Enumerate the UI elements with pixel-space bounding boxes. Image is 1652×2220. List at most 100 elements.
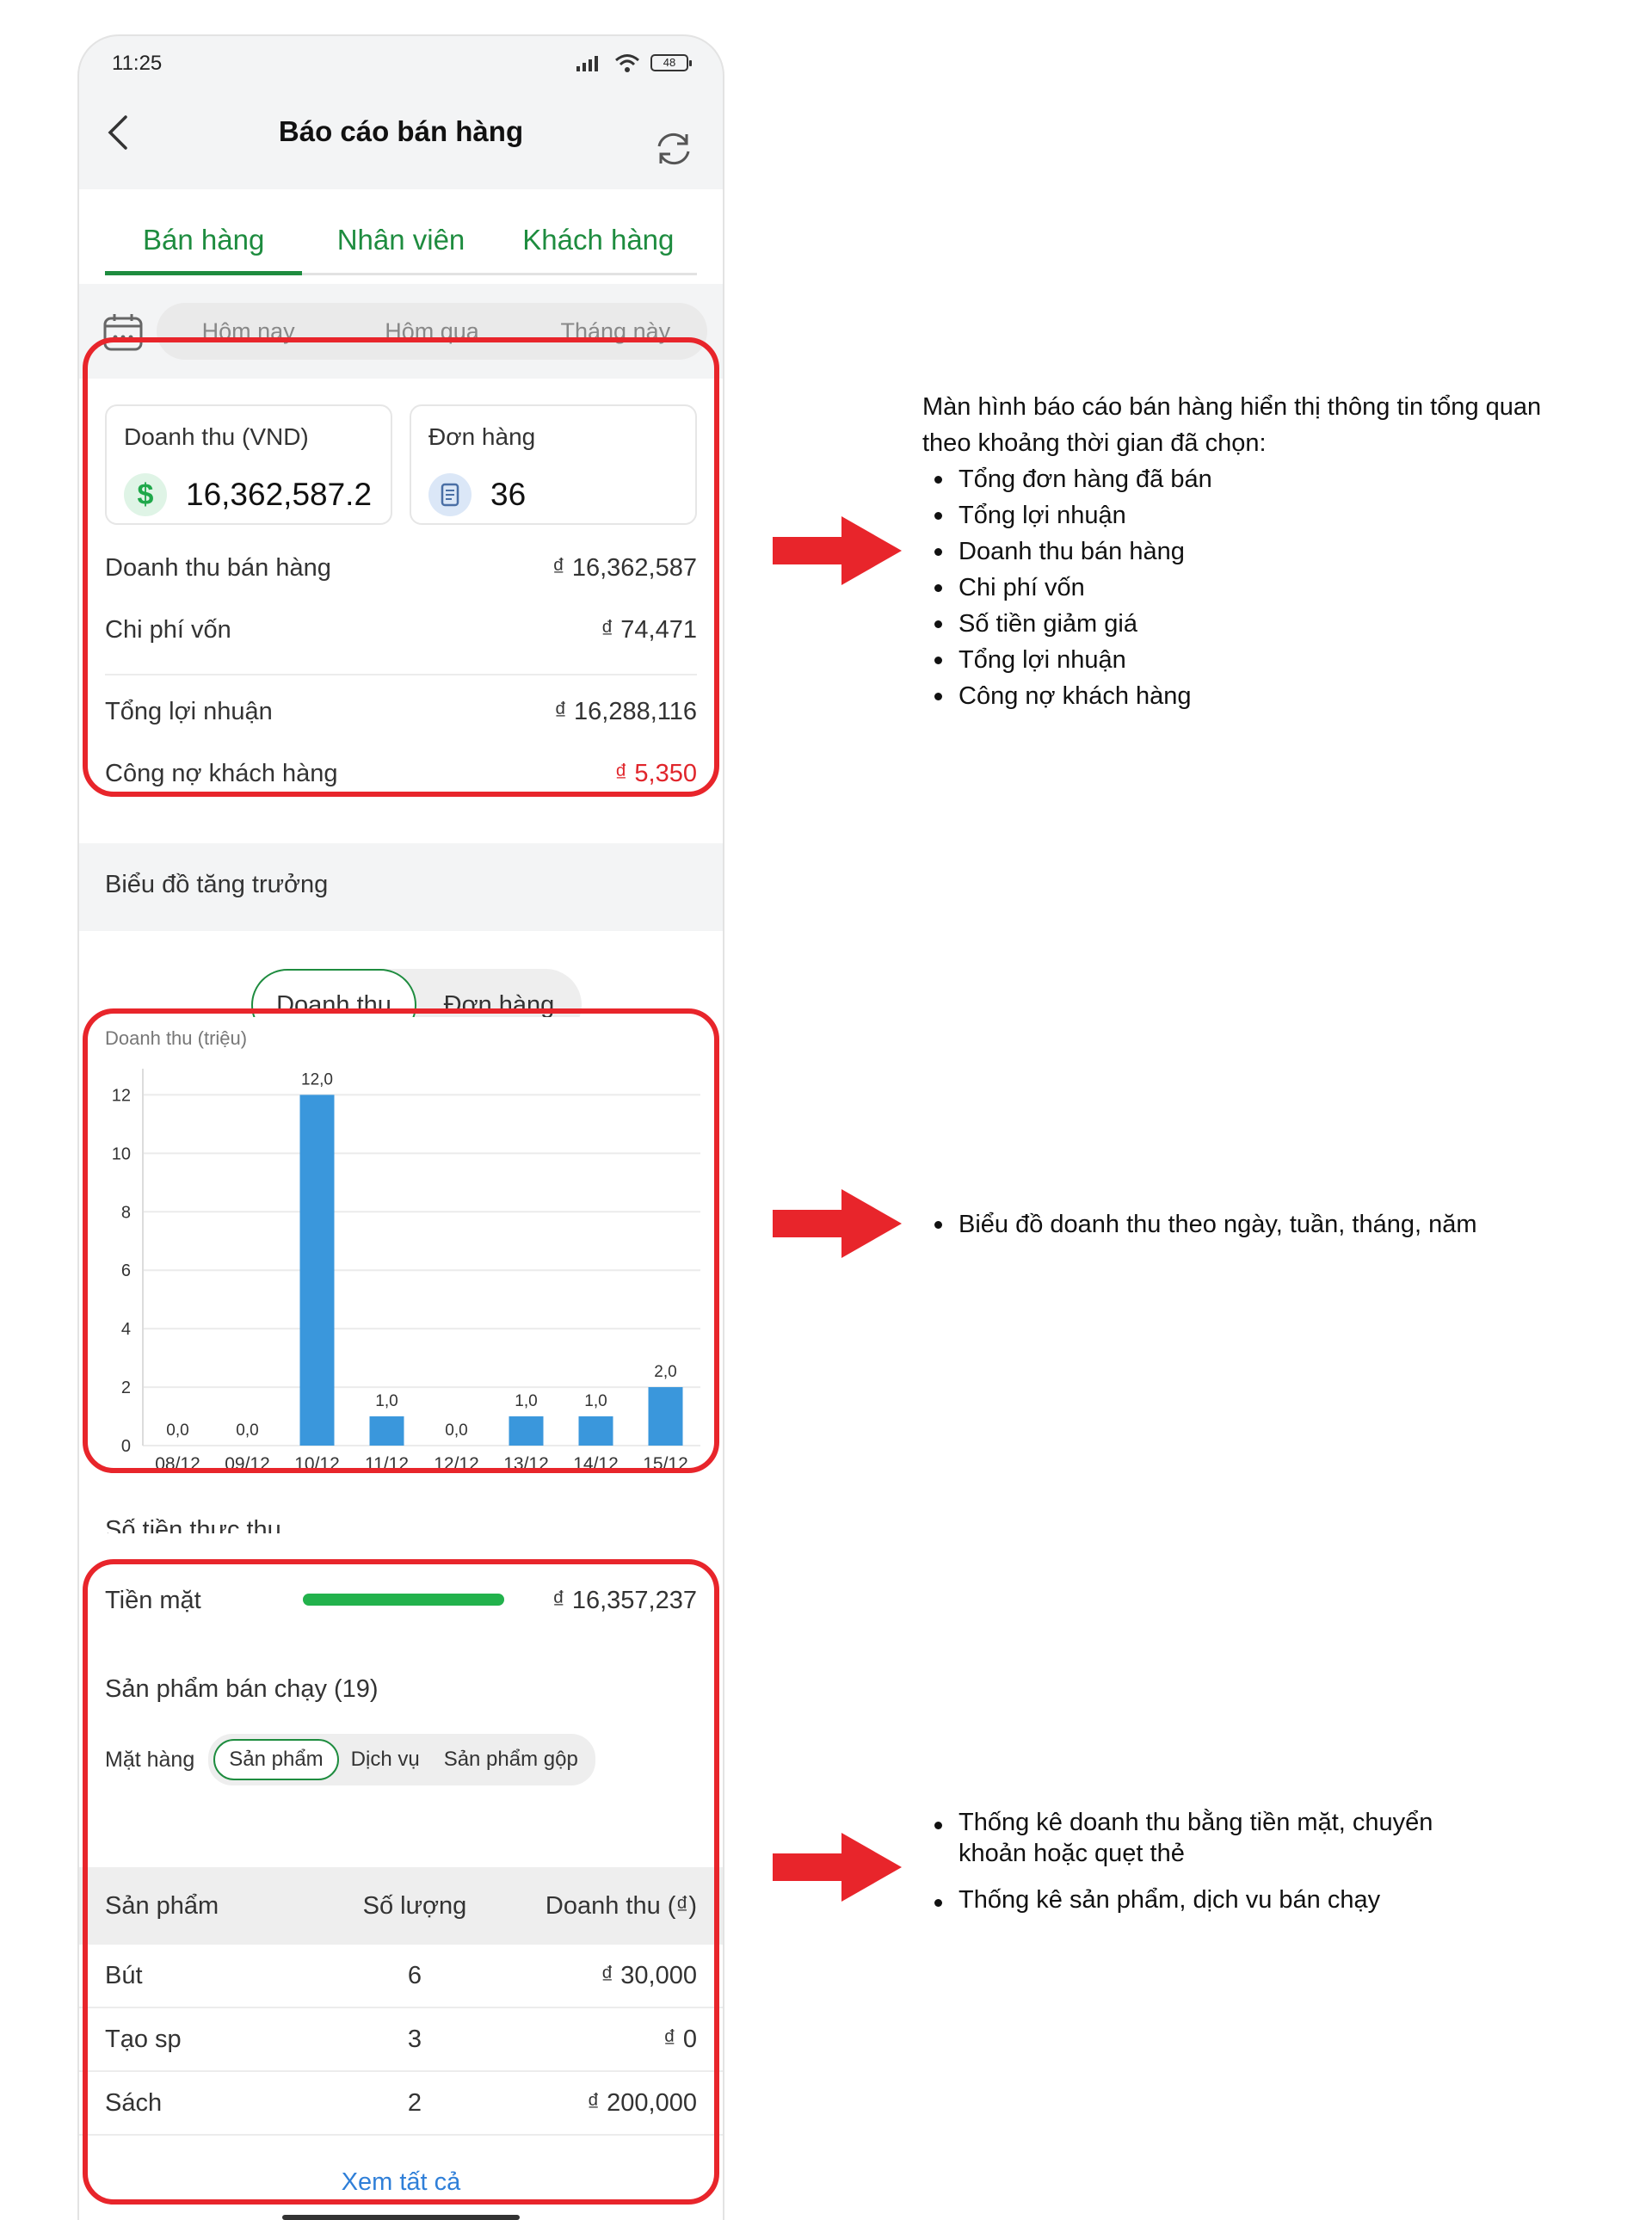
table-row[interactable]: Tạo sp 3 ₫ 0 [79, 2008, 723, 2072]
payment-progress-fill [303, 1594, 504, 1606]
payment-method: Tiền mặt [105, 1586, 201, 1614]
note-item: Doanh thu bán hàng [922, 533, 1593, 570]
report-tabs: Bán hàng Nhân viên Khách hàng [105, 189, 697, 275]
bar-data-label: 1,0 [515, 1392, 537, 1410]
chart-bar [578, 1416, 613, 1446]
y-tick-label: 8 [121, 1203, 131, 1222]
bar-data-label: 1,0 [584, 1392, 607, 1410]
bar-data-label: 12,0 [301, 1070, 333, 1088]
revenue-chart: Doanh thu (triệu) 0 2 4 6 8 10 12 0,0 08/12 0,0 09… [79, 1017, 723, 1499]
y-tick-label: 12 [112, 1086, 131, 1105]
note-item: Số tiền giảm giá [922, 606, 1593, 642]
product-qty: 2 [407, 2088, 422, 2117]
filter-label: Mặt hàng [105, 1747, 195, 1772]
note-item: Công nợ khách hàng [922, 678, 1593, 714]
tab-staff[interactable]: Nhân viên [302, 189, 499, 273]
tab-customers[interactable]: Khách hàng [500, 189, 697, 273]
note-payment: Thống kê doanh thu bằng tiền mặt, chuyển… [922, 1807, 1473, 1915]
orders-card[interactable]: Đơn hàng 36 [410, 404, 697, 525]
document-icon [428, 473, 472, 516]
filter-products[interactable]: Sản phẩm [213, 1739, 339, 1780]
note-item: Thống kê sản phẩm, dịch vu bán chạy [922, 1884, 1473, 1915]
page-title: Báo cáo bán hàng [278, 115, 524, 147]
column-header: Sản phẩm [105, 1891, 219, 1920]
product-name: Bút [105, 1961, 143, 1989]
x-tick-label: 09/12 [225, 1454, 270, 1474]
bar-data-label: 0,0 [445, 1421, 467, 1440]
summary-label: Chi phí vốn [105, 615, 231, 644]
phone-screen: 11:25 48 Báo cáo bán hàng Bán hàng Nhân … [77, 34, 724, 2220]
note-item: Chi phí vốn [922, 570, 1593, 606]
item-type-filter: Mặt hàng Sản phẩm Dịch vụ Sản phẩm gộp [105, 1734, 595, 1785]
status-icons: 48 [576, 53, 692, 72]
bestsellers-title: Sản phẩm bán chạy (19) [105, 1675, 379, 1703]
refresh-icon[interactable] [654, 131, 693, 167]
note-chart: Biểu đồ doanh thu theo ngày, tuần, tháng… [922, 1206, 1593, 1243]
product-qty: 6 [407, 1961, 422, 1989]
arrow-right-icon [773, 1189, 902, 1258]
x-tick-label: 08/12 [155, 1454, 200, 1474]
arrow-right-icon [773, 516, 902, 585]
bestsellers-table: Sản phẩm Số lượng Doanh thu (₫) Bút 6 ₫ … [79, 1867, 723, 2136]
x-tick-label: 14/12 [573, 1454, 619, 1474]
date-this-month[interactable]: Tháng này [524, 303, 707, 360]
product-revenue: ₫ 200,000 [587, 2088, 697, 2117]
status-bar: 11:25 48 [79, 36, 723, 96]
arrow-right-icon [773, 1833, 902, 1902]
x-tick-label: 13/12 [503, 1454, 549, 1474]
view-all-link[interactable]: Xem tất cả [79, 2168, 723, 2197]
divider [105, 674, 697, 675]
bar-data-label: 1,0 [375, 1392, 398, 1410]
note-list: Thống kê doanh thu bằng tiền mặt, chuyển… [922, 1807, 1473, 1915]
product-revenue: ₫ 0 [663, 2025, 697, 2053]
note-item: Tổng lợi nhuận [922, 642, 1593, 678]
table-row[interactable]: Bút 6 ₫ 30,000 [79, 1945, 723, 2008]
tab-sales[interactable]: Bán hàng [105, 189, 303, 275]
date-today[interactable]: Hôm nay [157, 303, 340, 360]
date-range-selector: Hôm nay Hôm qua Tháng này [157, 303, 707, 360]
table-row[interactable]: Sách 2 ₫ 200,000 [79, 2072, 723, 2136]
summary-row-customer-debt: Công nợ khách hàng ₫ 5,350 [105, 748, 697, 799]
note-item: Tổng đơn hàng đã bán [922, 461, 1593, 497]
growth-chart-title: Biểu đồ tăng trưởng [105, 871, 329, 898]
product-name: Sách [105, 2088, 163, 2117]
note-summary: Màn hình báo cáo bán hàng hiển thị thông… [922, 389, 1593, 714]
x-tick-label: 12/12 [434, 1454, 479, 1474]
filter-services[interactable]: Dịch vụ [339, 1739, 432, 1780]
column-header: Số lượng [362, 1891, 467, 1920]
note-intro: Màn hình báo cáo bán hàng hiển thị thông… [922, 393, 1542, 457]
date-yesterday[interactable]: Hôm qua [340, 303, 523, 360]
calendar-icon[interactable] [103, 313, 143, 351]
chart-bar [299, 1095, 335, 1446]
summary-row-cost: Chi phí vốn ₫ 74,471 [105, 604, 697, 656]
filter-pills: Sản phẩm Dịch vụ Sản phẩm gộp [208, 1734, 595, 1785]
summary-label: Doanh thu bán hàng [105, 553, 331, 582]
date-filter-row: Hôm nay Hôm qua Tháng này [79, 284, 723, 379]
summary-value: ₫ 16,288,116 [554, 697, 697, 725]
note-list: Tổng đơn hàng đã bán Tổng lợi nhuận Doan… [922, 461, 1593, 714]
table-header: Sản phẩm Số lượng Doanh thu (₫) [79, 1867, 723, 1945]
payment-progress-bar [303, 1594, 504, 1606]
summary-label: Tổng lợi nhuận [105, 697, 273, 725]
summary-label: Công nợ khách hàng [105, 759, 338, 787]
note-item: Thống kê doanh thu bằng tiền mặt, chuyển… [922, 1807, 1473, 1869]
chart-bar [369, 1416, 404, 1446]
payment-amount: ₫ 16,357,237 [552, 1586, 697, 1614]
summary-value: ₫ 74,471 [601, 615, 697, 644]
sales-summary: Doanh thu (VND) $ 16,362,587.2 Đơn hàng … [79, 379, 723, 843]
note-item: Tổng lợi nhuận [922, 497, 1593, 533]
wifi-icon [615, 54, 639, 72]
dollar-icon: $ [124, 473, 167, 516]
product-revenue: ₫ 30,000 [601, 1961, 697, 1989]
revenue-card[interactable]: Doanh thu (VND) $ 16,362,587.2 [105, 404, 392, 525]
orders-card-label: Đơn hàng [428, 423, 536, 450]
note-list: Biểu đồ doanh thu theo ngày, tuần, tháng… [922, 1206, 1593, 1243]
product-name: Tạo sp [105, 2025, 182, 2053]
payment-section: Tiền mặt ₫ 16,357,237 Sản phẩm bán chạy … [79, 1533, 723, 2220]
note-item: Biểu đồ doanh thu theo ngày, tuần, tháng… [922, 1206, 1593, 1243]
signal-icon [576, 56, 598, 71]
revenue-bar-chart: 0 2 4 6 8 10 12 0,0 08/12 0,0 09/12 12,0 10/12 1,0 11/… [112, 1069, 700, 1474]
filter-bundles[interactable]: Sản phẩm gộp [432, 1739, 590, 1780]
home-indicator [282, 2215, 520, 2220]
tabs-area: Bán hàng Nhân viên Khách hàng [79, 189, 723, 284]
